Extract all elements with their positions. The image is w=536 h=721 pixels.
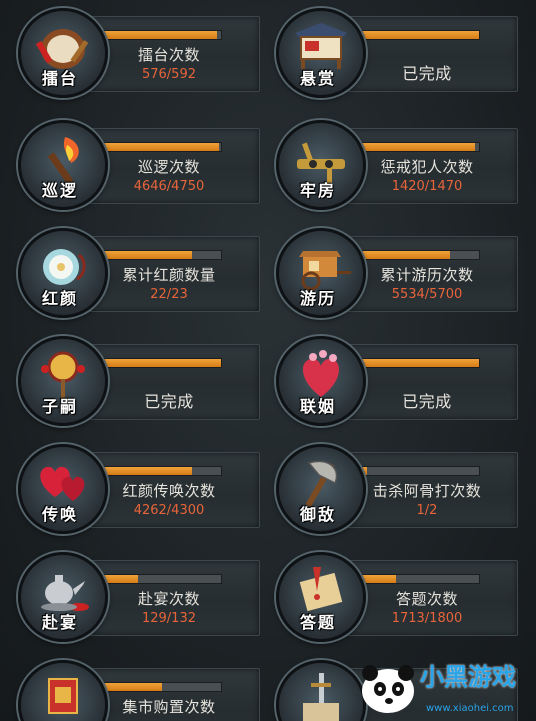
task-progress: 129/132	[141, 611, 196, 626]
progress-bar	[102, 574, 222, 584]
task-title: 惩戒犯人次数	[380, 158, 474, 176]
task-card-hongyan[interactable]: 累计红颜数量 22/23 红颜	[18, 228, 264, 318]
progress-bar	[102, 30, 222, 40]
task-title: 巡逻次数	[137, 158, 200, 176]
shop-sign-icon[interactable]	[18, 660, 108, 721]
task-card-fuyan[interactable]: 赴宴次数 129/132 赴宴	[18, 552, 264, 642]
task-title: 已完成	[402, 392, 452, 411]
progress-bar	[102, 250, 222, 260]
icon-label: 巡逻	[41, 181, 78, 200]
task-progress: 1/2	[416, 503, 438, 518]
task-card-lianyin[interactable]: 已完成 联姻	[276, 336, 522, 426]
progress-bar	[102, 142, 222, 152]
task-card-jishi[interactable]: 集市购置次数	[18, 660, 264, 721]
icon-label: 牢房	[299, 181, 336, 200]
progress-bar	[360, 466, 480, 476]
task-title: 赴宴次数	[137, 590, 200, 608]
task-progress: 4646/4750	[133, 179, 205, 194]
progress-bar-fill	[361, 143, 476, 151]
watermark-site: www.xiaohei.com	[426, 703, 514, 714]
task-card-xuanshang[interactable]: 已完成 悬赏	[276, 8, 522, 98]
task-list-screen: 擂台次数 576/592 擂台 已完成 悬赏 巡逻次数 4646/4750 巡逻…	[0, 0, 536, 721]
progress-bar	[360, 358, 480, 368]
progress-bar-fill	[103, 31, 218, 39]
task-card-dati[interactable]: 答题次数 1713/1800 答题	[276, 552, 522, 642]
icon-label: 擂台	[41, 69, 78, 88]
progress-bar-fill	[103, 467, 192, 475]
task-progress: 576/592	[141, 67, 196, 82]
progress-bar	[360, 30, 480, 40]
progress-bar	[360, 250, 480, 260]
task-card-zisi[interactable]: 已完成 子嗣	[18, 336, 264, 426]
task-title: 擂台次数	[137, 46, 200, 64]
progress-bar-fill	[361, 31, 479, 39]
progress-bar-fill	[103, 143, 219, 151]
task-title: 已完成	[402, 64, 452, 83]
task-title: 累计游历次数	[380, 266, 474, 284]
icon-label: 游历	[299, 289, 336, 308]
task-progress: 1713/1800	[391, 611, 463, 626]
watermark-brand: 小黑游戏	[420, 663, 516, 691]
icon-label: 答题	[299, 613, 336, 632]
task-title: 击杀阿骨打次数	[372, 482, 482, 500]
task-card-chuanhuan[interactable]: 红颜传唤次数 4262/4300 传唤	[18, 444, 264, 534]
icon-label: 红颜	[41, 289, 78, 308]
task-card-xunluo[interactable]: 巡逻次数 4646/4750 巡逻	[18, 120, 264, 210]
task-progress: 4262/4300	[133, 503, 205, 518]
task-title: 红颜传唤次数	[122, 482, 216, 500]
progress-bar-fill	[103, 575, 139, 583]
icon-label: 子嗣	[41, 397, 78, 416]
progress-bar	[360, 142, 480, 152]
progress-bar-fill	[103, 251, 192, 259]
progress-bar	[102, 358, 222, 368]
watermark-logo: 小黑游戏 www.xiaohei.com	[346, 651, 536, 721]
progress-bar-fill	[361, 359, 479, 367]
icon-label: 赴宴	[41, 613, 78, 632]
task-title: 答题次数	[395, 590, 458, 608]
icon-label: 悬赏	[299, 69, 336, 88]
task-progress: 5534/5700	[391, 287, 463, 302]
progress-bar	[360, 574, 480, 584]
task-progress: 1420/1470	[391, 179, 463, 194]
icon-label: 传唤	[41, 505, 78, 524]
icon-label: 联姻	[299, 397, 336, 416]
task-card-leitai[interactable]: 擂台次数 576/592 擂台	[18, 8, 264, 98]
task-card-youli[interactable]: 累计游历次数 5534/5700 游历	[276, 228, 522, 318]
task-title: 累计红颜数量	[122, 266, 216, 284]
progress-bar-fill	[103, 683, 162, 691]
progress-bar	[102, 466, 222, 476]
icon-label: 御敌	[299, 505, 336, 524]
progress-bar-fill	[103, 359, 221, 367]
progress-bar-fill	[361, 575, 397, 583]
progress-bar	[102, 682, 222, 692]
task-card-laofang[interactable]: 惩戒犯人次数 1420/1470 牢房	[276, 120, 522, 210]
task-card-yudi[interactable]: 击杀阿骨打次数 1/2 御敌	[276, 444, 522, 534]
task-progress: 22/23	[150, 287, 188, 302]
progress-bar-fill	[361, 251, 450, 259]
task-title: 已完成	[144, 392, 194, 411]
task-title: 集市购置次数	[122, 698, 216, 716]
